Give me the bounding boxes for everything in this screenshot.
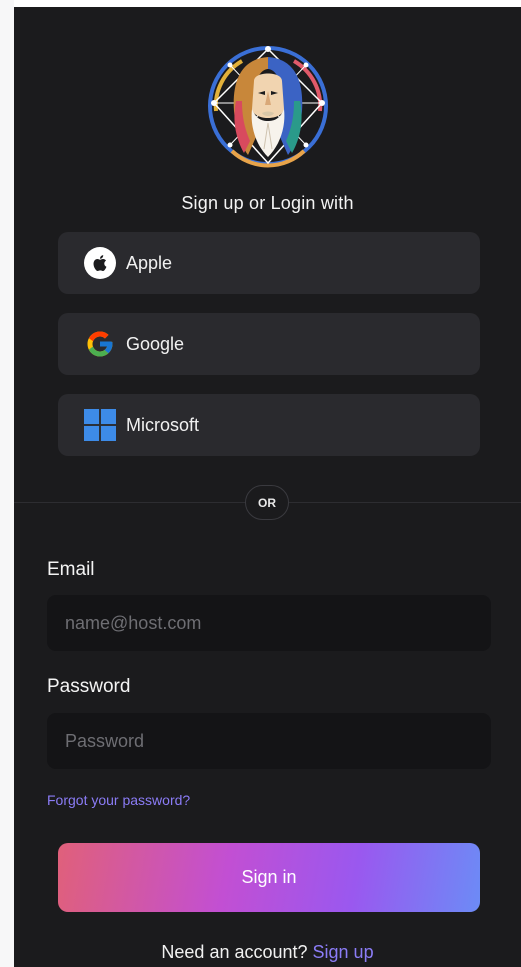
- email-input[interactable]: [47, 595, 491, 651]
- page-background: [0, 0, 14, 967]
- app-logo: [202, 41, 334, 171]
- password-input[interactable]: [47, 713, 491, 769]
- google-icon: [84, 328, 116, 360]
- microsoft-login-button[interactable]: Microsoft: [58, 394, 480, 456]
- or-divider-badge: OR: [245, 485, 289, 520]
- microsoft-icon: [84, 409, 116, 441]
- apple-button-label: Apple: [126, 252, 173, 273]
- google-button-label: Google: [126, 333, 185, 354]
- signup-row: Need an account? Sign up: [14, 942, 521, 963]
- login-heading: Sign up or Login with: [181, 193, 354, 213]
- google-login-button[interactable]: Google: [58, 313, 480, 375]
- sign-in-button[interactable]: Sign in: [58, 843, 480, 912]
- password-label: Password: [47, 676, 131, 697]
- signup-prompt: Need an account?: [161, 942, 308, 962]
- login-panel: Sign up or Login with Apple Google Micro…: [14, 7, 521, 967]
- sign-up-link[interactable]: Sign up: [313, 942, 374, 962]
- microsoft-button-label: Microsoft: [126, 414, 200, 435]
- email-label: Email: [47, 559, 95, 580]
- apple-icon: [84, 247, 116, 279]
- apple-login-button[interactable]: Apple: [58, 232, 480, 294]
- forgot-password-link[interactable]: Forgot your password?: [47, 792, 190, 808]
